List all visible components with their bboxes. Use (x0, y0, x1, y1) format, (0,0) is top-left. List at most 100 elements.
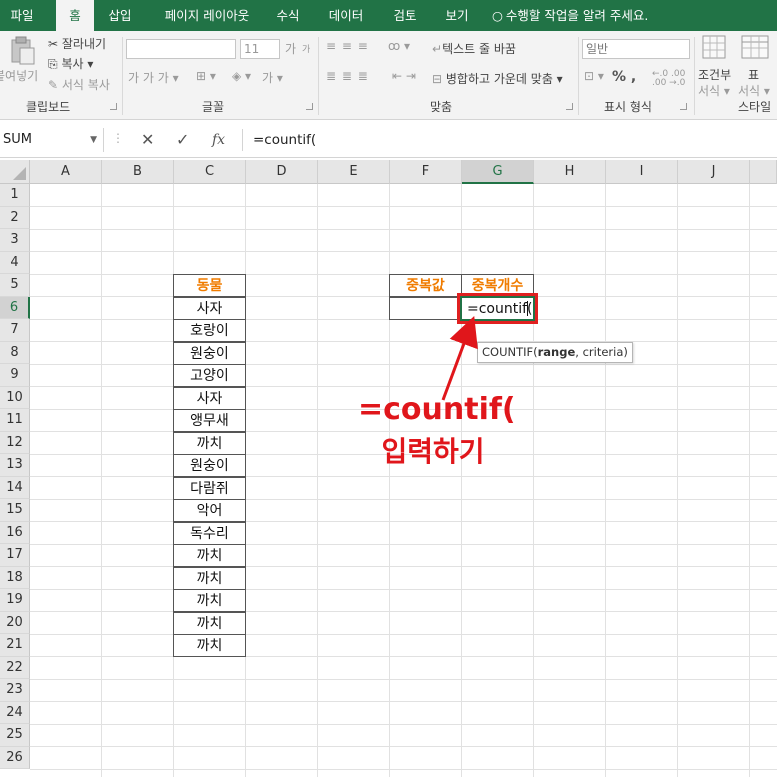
row-header-4[interactable]: 4 (0, 251, 30, 274)
font-shrink-button[interactable]: 가 (302, 42, 310, 55)
tab-page-layout[interactable]: 페이지 레이아웃 (152, 0, 262, 31)
tab-data[interactable]: 데이터 (320, 0, 372, 31)
table-cell[interactable]: 까치 (173, 611, 246, 635)
table-cell[interactable]: 고양이 (173, 364, 246, 387)
insert-function-button[interactable]: fx (212, 128, 225, 152)
row-header-1[interactable]: 1 (0, 184, 30, 207)
row-header-2[interactable]: 2 (0, 206, 30, 229)
table-cell[interactable]: 독수리 (173, 521, 246, 545)
font-color-button[interactable]: 가 ▾ (262, 69, 283, 86)
column-header-g[interactable]: G (462, 160, 534, 184)
tab-home[interactable]: 홈 (56, 0, 94, 31)
table-cell[interactable]: 사자 (173, 296, 246, 320)
function-tooltip[interactable]: COUNTIF(range, criteria) (477, 342, 633, 363)
orientation-icon[interactable]: ꝏ ▾ (388, 39, 410, 53)
font-name-field[interactable] (126, 39, 236, 59)
tell-me-box[interactable]: ○ 수행할 작업을 알려 주세요. (492, 0, 648, 31)
font-launcher[interactable] (306, 103, 313, 110)
conditional-format-button[interactable]: 조건부 (698, 66, 731, 83)
row-header-8[interactable]: 8 (0, 341, 30, 364)
row-header-7[interactable]: 7 (0, 319, 30, 342)
tab-formulas[interactable]: 수식 (268, 0, 308, 31)
table-format-button[interactable]: 표 (748, 66, 759, 83)
column-header-i[interactable]: I (606, 160, 678, 184)
row-header-16[interactable]: 16 (0, 521, 30, 544)
row-header-5[interactable]: 5 (0, 274, 30, 297)
column-header-h[interactable]: H (534, 160, 606, 184)
horizontal-align-icons[interactable]: ≣ ≣ ≣ (326, 69, 369, 83)
table-cell[interactable]: 까치 (173, 589, 246, 612)
column-header-c[interactable]: C (174, 160, 246, 184)
decimal-buttons[interactable]: ←.0 .00.00 →.0 (652, 70, 685, 88)
table-cell[interactable]: 다람쥐 (173, 476, 246, 500)
row-header-15[interactable]: 15 (0, 499, 30, 522)
currency-icon[interactable]: ⊡ ▾ (584, 69, 604, 83)
row-header-21[interactable]: 21 (0, 634, 30, 657)
row-header-13[interactable]: 13 (0, 454, 30, 477)
row-header-12[interactable]: 12 (0, 431, 30, 454)
row-header-23[interactable]: 23 (0, 679, 30, 702)
column-header-d[interactable]: D (246, 160, 318, 184)
row-header-24[interactable]: 24 (0, 701, 30, 724)
merge-center-button[interactable]: ⊟ 병합하고 가운데 맞춤 ▾ (432, 70, 563, 87)
row-header-20[interactable]: 20 (0, 611, 30, 634)
column-header-k-partial[interactable] (750, 160, 777, 184)
column-header-b[interactable]: B (102, 160, 174, 184)
drag-handle-icon[interactable]: ⋮ (112, 131, 124, 145)
row-header-11[interactable]: 11 (0, 409, 30, 432)
fill-color-icon[interactable]: ◈ ▾ (232, 69, 251, 83)
row-header-25[interactable]: 25 (0, 724, 30, 747)
row-header-17[interactable]: 17 (0, 544, 30, 567)
tab-insert[interactable]: 삽입 (98, 0, 142, 31)
copy-button[interactable]: ⎘ 복사 ▾ (48, 55, 93, 72)
table-cell[interactable]: 까치 (173, 566, 246, 590)
table-cell[interactable]: 악어 (173, 499, 246, 522)
font-size-field[interactable]: 11 (240, 39, 280, 59)
number-format-select[interactable]: 일반 (582, 39, 690, 59)
row-header-6[interactable]: 6 (0, 296, 30, 319)
dup-value-cell[interactable] (389, 296, 462, 320)
table-cell[interactable]: 원숭이 (173, 454, 246, 477)
format-painter-button[interactable]: ✎ 서식 복사 (48, 76, 110, 93)
cut-button[interactable]: ✂ 잘라내기 (48, 35, 106, 52)
paste-button[interactable]: 붙여넣기 (0, 67, 38, 84)
animal-header-cell[interactable]: 동물 (173, 274, 246, 297)
table-cell[interactable]: 앵무새 (173, 409, 246, 432)
select-all-button[interactable] (0, 160, 30, 184)
row-header-10[interactable]: 10 (0, 386, 30, 409)
chevron-down-icon[interactable]: ▼ (90, 128, 97, 152)
column-header-e[interactable]: E (318, 160, 390, 184)
font-style-buttons[interactable]: 가 가 가 ▾ (128, 69, 179, 86)
tab-review[interactable]: 검토 (384, 0, 426, 31)
confirm-entry-button[interactable]: ✓ (176, 128, 189, 152)
column-header-j[interactable]: J (678, 160, 750, 184)
table-cell[interactable]: 까치 (173, 544, 246, 567)
row-header-19[interactable]: 19 (0, 589, 30, 612)
table-cell[interactable]: 까치 (173, 431, 246, 455)
tab-view[interactable]: 보기 (436, 0, 478, 31)
row-header-3[interactable]: 3 (0, 229, 30, 252)
row-header-9[interactable]: 9 (0, 364, 30, 387)
border-icon[interactable]: ⊞ ▾ (196, 69, 216, 83)
name-box[interactable]: SUM ▼ (0, 128, 104, 152)
table-cell[interactable]: 까치 (173, 634, 246, 657)
column-header-f[interactable]: F (390, 160, 462, 184)
alignment-launcher[interactable] (566, 103, 573, 110)
wrap-text-button[interactable]: ↵텍스트 줄 바꿈 (432, 40, 516, 57)
table-cell[interactable]: 원숭이 (173, 341, 246, 365)
row-header-26[interactable]: 26 (0, 746, 30, 769)
column-header-a[interactable]: A (30, 160, 102, 184)
font-grow-button[interactable]: 가 (285, 40, 296, 57)
vertical-align-icons[interactable]: ≡ ≡ ≡ (326, 39, 369, 53)
table-cell[interactable]: 사자 (173, 386, 246, 410)
percent-comma-buttons[interactable]: % , (612, 69, 636, 85)
formula-input[interactable]: =countif( (253, 128, 316, 152)
table-cell[interactable]: 호랑이 (173, 319, 246, 342)
number-launcher[interactable] (680, 103, 687, 110)
row-header-18[interactable]: 18 (0, 566, 30, 589)
clipboard-launcher[interactable] (110, 103, 117, 110)
cancel-entry-button[interactable]: ✕ (141, 128, 154, 152)
indent-icons[interactable]: ⇤ ⇥ (392, 69, 416, 83)
row-header-14[interactable]: 14 (0, 476, 30, 499)
tab-file[interactable]: 파일 (0, 0, 44, 31)
